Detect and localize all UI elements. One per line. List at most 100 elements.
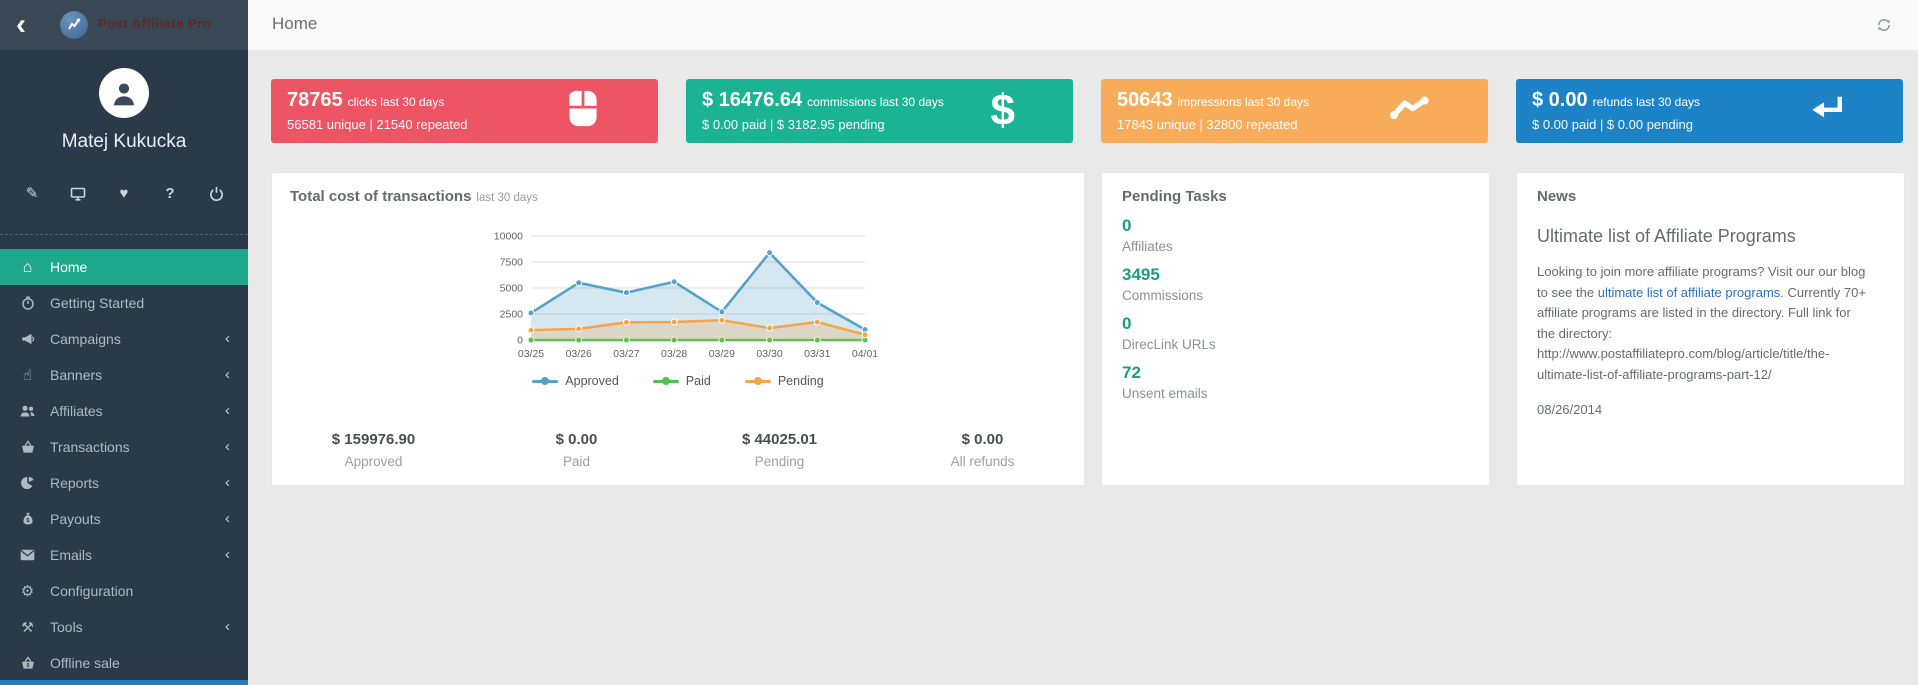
quick-actions: ✎ ♥ ? bbox=[0, 186, 248, 202]
return-arrow-icon bbox=[1811, 94, 1845, 129]
pending-task-item: 72 Unsent emails bbox=[1122, 363, 1469, 401]
sidebar-item-banners[interactable]: ☝ Banners ‹ bbox=[0, 357, 248, 393]
commissions-stat-card[interactable]: $ 16476.64commissions last 30 days $ 0.0… bbox=[686, 79, 1073, 143]
svg-text:03/29: 03/29 bbox=[709, 348, 735, 360]
news-title: News bbox=[1537, 188, 1884, 205]
pending-task-item: 0 Affiliates bbox=[1122, 216, 1469, 254]
news-card: News Ultimate list of Affiliate Programs… bbox=[1516, 172, 1905, 486]
power-icon[interactable] bbox=[208, 186, 224, 202]
basket-icon bbox=[19, 440, 36, 454]
chevron-left-icon: ‹ bbox=[225, 474, 230, 491]
sidebar-divider bbox=[0, 234, 248, 235]
total-pending: $ 44025.01 Pending bbox=[678, 431, 881, 469]
refresh-icon[interactable] bbox=[1876, 17, 1892, 33]
chart-totals: $ 159976.90 Approved $ 0.00 Paid $ 44025… bbox=[272, 431, 1084, 469]
svg-text:03/30: 03/30 bbox=[756, 348, 782, 360]
impressions-stat-card[interactable]: 50643impressions last 30 days 17843 uniq… bbox=[1101, 79, 1488, 143]
pending-tasks-title: Pending Tasks bbox=[1122, 188, 1469, 205]
commissions-value: $ 16476.64 bbox=[702, 89, 802, 111]
pencil-icon[interactable]: ✎ bbox=[24, 186, 40, 202]
tools-icon: ⚒ bbox=[19, 619, 36, 636]
user-name: Matej Kukucka bbox=[0, 131, 248, 153]
legend-item: Approved bbox=[532, 374, 619, 388]
user-profile: Matej Kukucka bbox=[0, 68, 248, 153]
svg-text:03/28: 03/28 bbox=[661, 348, 687, 360]
help-icon[interactable]: ? bbox=[162, 186, 178, 202]
svg-text:0: 0 bbox=[517, 335, 523, 347]
money-bag-icon: $ bbox=[19, 512, 36, 526]
person-icon bbox=[109, 78, 139, 108]
sidebar-item-offline-sale[interactable]: $ Offline sale bbox=[0, 645, 248, 681]
svg-text:2500: 2500 bbox=[500, 309, 524, 321]
collapse-sidebar-icon[interactable]: ‹ bbox=[16, 4, 26, 46]
svg-text:5000: 5000 bbox=[500, 283, 524, 295]
clicks-value: 78765 bbox=[287, 89, 343, 111]
chevron-left-icon: ‹ bbox=[225, 330, 230, 347]
gear-icon: ⚙ bbox=[19, 583, 36, 600]
pending-task-item: 3495 Commissions bbox=[1122, 265, 1469, 303]
sidebar-item-campaigns[interactable]: Campaigns ‹ bbox=[0, 321, 248, 357]
sidebar: ‹ Post Affiliate Pro Matej Kukucka ✎ ♥ ? bbox=[0, 0, 248, 685]
news-body: Looking to join more affiliate programs?… bbox=[1537, 262, 1867, 385]
mouse-icon bbox=[566, 90, 600, 133]
pie-chart-icon bbox=[19, 476, 36, 490]
chart-subtitle: last 30 days bbox=[476, 192, 537, 204]
total-paid: $ 0.00 Paid bbox=[475, 431, 678, 469]
chevron-left-icon: ‹ bbox=[225, 402, 230, 419]
sidebar-item-emails[interactable]: Emails ‹ bbox=[0, 537, 248, 573]
transactions-chart: 0 2500 5000 7500 10000 03/25 03/26 03/27 03/28 03… bbox=[473, 228, 883, 370]
chevron-left-icon: ‹ bbox=[225, 438, 230, 455]
sidebar-item-getting-started[interactable]: Getting Started bbox=[0, 285, 248, 321]
sidebar-item-home[interactable]: ⌂ Home bbox=[0, 249, 248, 285]
clicks-caption: clicks last 30 days bbox=[348, 95, 445, 109]
news-date: 08/26/2014 bbox=[1537, 402, 1884, 417]
sidebar-item-tools[interactable]: ⚒ Tools ‹ bbox=[0, 609, 248, 645]
envelope-icon bbox=[19, 549, 36, 561]
svg-text:04/01: 04/01 bbox=[852, 348, 878, 360]
total-all-refunds: $ 0.00 All refunds bbox=[881, 431, 1084, 469]
page-title: Home bbox=[272, 14, 317, 34]
sidebar-top-bar: ‹ Post Affiliate Pro bbox=[0, 0, 248, 50]
total-approved: $ 159976.90 Approved bbox=[272, 431, 475, 469]
sidebar-item-affiliates[interactable]: Affiliates ‹ bbox=[0, 393, 248, 429]
sidebar-bottom-strip bbox=[0, 680, 248, 685]
refunds-value: $ 0.00 bbox=[1532, 89, 1588, 111]
basket-icon: $ bbox=[19, 656, 36, 670]
pending-task-item: 0 DirecLink URLs bbox=[1122, 314, 1469, 352]
chevron-left-icon: ‹ bbox=[225, 366, 230, 383]
top-header: Home bbox=[248, 0, 1918, 51]
brand-name: Post Affiliate Pro bbox=[98, 16, 211, 31]
sidebar-item-transactions[interactable]: Transactions ‹ bbox=[0, 429, 248, 465]
svg-text:03/31: 03/31 bbox=[804, 348, 830, 360]
clicks-stat-card[interactable]: 78765clicks last 30 days 56581 unique | … bbox=[271, 79, 658, 143]
impressions-caption: impressions last 30 days bbox=[1178, 95, 1309, 109]
sidebar-item-configuration[interactable]: ⚙ Configuration bbox=[0, 573, 248, 609]
app-logo-icon[interactable] bbox=[60, 11, 88, 39]
hand-pointer-icon: ☝ bbox=[19, 367, 36, 384]
users-icon bbox=[19, 404, 36, 418]
monitor-icon[interactable] bbox=[70, 186, 86, 202]
refunds-stat-card[interactable]: $ 0.00refunds last 30 days $ 0.00 paid |… bbox=[1516, 79, 1903, 143]
svg-text:03/25: 03/25 bbox=[518, 348, 544, 360]
svg-text:7500: 7500 bbox=[500, 257, 524, 269]
chevron-left-icon: ‹ bbox=[225, 546, 230, 563]
chevron-left-icon: ‹ bbox=[225, 510, 230, 527]
dollar-icon: $ bbox=[991, 89, 1015, 133]
chevron-left-icon: ‹ bbox=[225, 618, 230, 635]
news-link[interactable]: ultimate list of affiliate programs bbox=[1598, 285, 1781, 300]
svg-text:03/26: 03/26 bbox=[566, 348, 592, 360]
impressions-value: 50643 bbox=[1117, 89, 1173, 111]
sidebar-item-reports[interactable]: Reports ‹ bbox=[0, 465, 248, 501]
main-content: 78765clicks last 30 days 56581 unique | … bbox=[248, 50, 1918, 685]
chart-title: Total cost of transactions bbox=[290, 188, 471, 205]
heartbeat-icon[interactable]: ♥ bbox=[116, 186, 132, 202]
refunds-caption: refunds last 30 days bbox=[1593, 95, 1700, 109]
sidebar-item-payouts[interactable]: $ Payouts ‹ bbox=[0, 501, 248, 537]
megaphone-icon bbox=[19, 332, 36, 346]
svg-text:10000: 10000 bbox=[494, 231, 523, 243]
trend-line-icon bbox=[1390, 96, 1430, 127]
commissions-caption: commissions last 30 days bbox=[807, 95, 944, 109]
avatar[interactable] bbox=[99, 68, 149, 118]
transactions-chart-card: Total cost of transactions last 30 days 0… bbox=[271, 172, 1085, 486]
svg-text:03/27: 03/27 bbox=[613, 348, 639, 360]
